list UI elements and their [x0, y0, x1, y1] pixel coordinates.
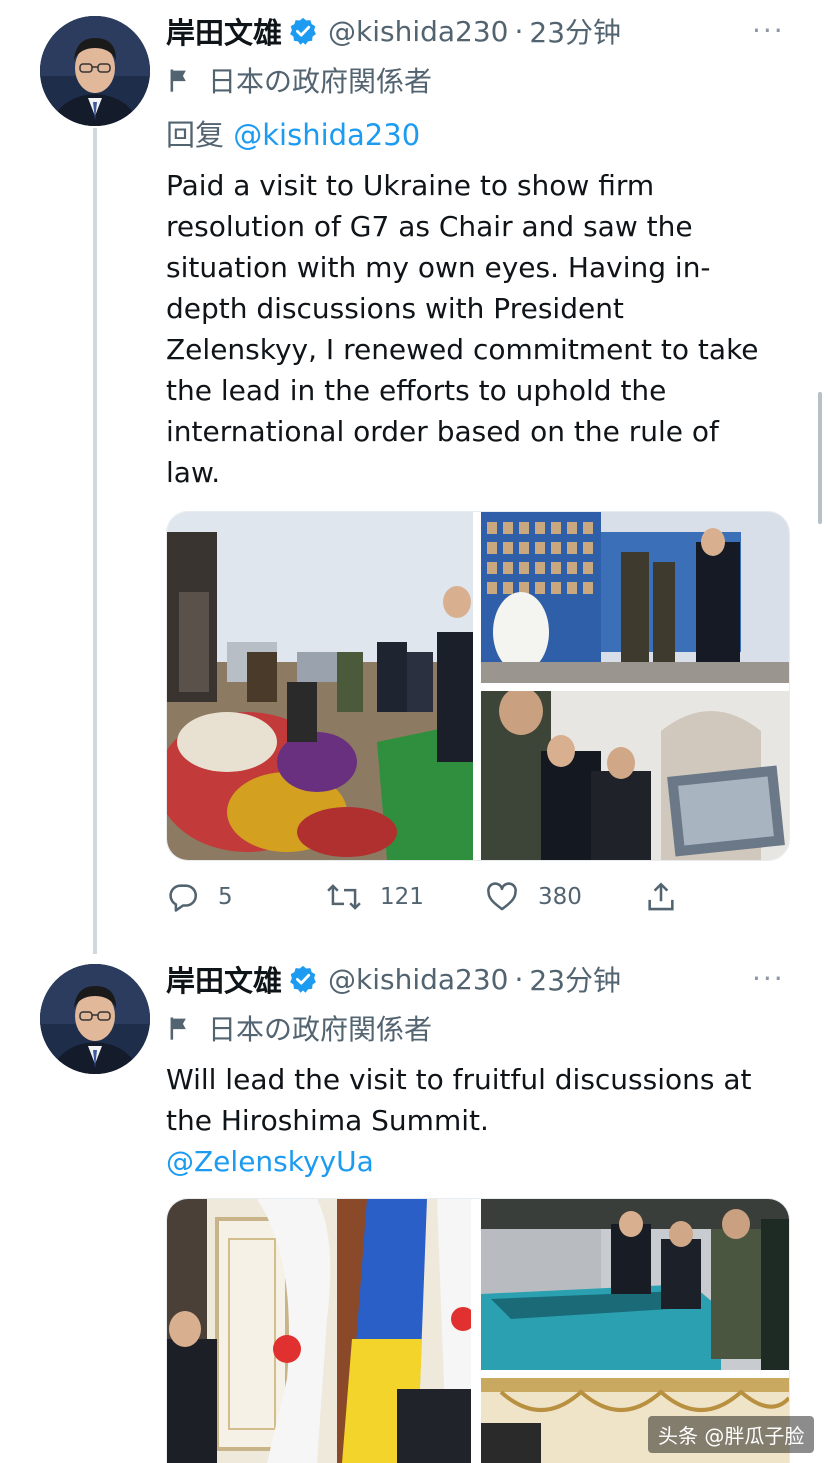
flag-icon	[170, 1017, 186, 1040]
media-photo-memorial[interactable]	[167, 512, 473, 860]
avatar[interactable]	[40, 964, 150, 1074]
media-photo-press-conference[interactable]	[167, 1199, 471, 1463]
mention-link[interactable]: @ZelenskyyUa	[166, 1145, 374, 1178]
media-photo-exhibit[interactable]	[481, 691, 789, 860]
tweet-text-line: depth discussions with President	[166, 292, 624, 325]
separator-dot: ·	[514, 14, 524, 48]
author-name[interactable]: 岸田文雄	[166, 10, 282, 52]
tweet-header: 岸田文雄 @kishida230 · 23分钟	[166, 959, 621, 999]
tweet-text-line: Will lead the visit to fruitful discussi…	[166, 1063, 752, 1096]
tweet-text: Paid a visit to Ukraine to show firm res…	[166, 165, 786, 493]
tweet-text-line: law.	[166, 456, 221, 489]
reply-icon	[169, 884, 198, 912]
more-options-button[interactable]: ···	[752, 962, 785, 995]
watermark: 头条 @胖瓜子脸	[648, 1416, 815, 1453]
reply-mention-link[interactable]: @kishida230	[233, 118, 420, 152]
retweet-button[interactable]: 121	[326, 875, 424, 919]
author-name[interactable]: 岸田文雄	[166, 958, 282, 1000]
author-handle[interactable]: @kishida230	[328, 15, 508, 48]
retweet-count: 121	[380, 884, 424, 910]
tweet-actions: 5 121 380	[166, 875, 706, 919]
share-icon	[648, 882, 674, 911]
tweet-text: Will lead the visit to fruitful discussi…	[166, 1059, 786, 1141]
avatar[interactable]	[40, 16, 150, 126]
author-handle[interactable]: @kishida230	[328, 963, 508, 996]
affiliation-label: 日本の政府関係者	[166, 60, 432, 100]
affiliation-label: 日本の政府関係者	[166, 1008, 432, 1048]
reply-prefix: 回复	[166, 118, 225, 152]
heart-icon	[487, 882, 517, 911]
avatar-image	[40, 964, 150, 1074]
tweet-text-line: resolution of G7 as Chair and saw the	[166, 210, 693, 243]
separator-dot: ·	[514, 962, 524, 996]
reply-count: 5	[218, 884, 233, 910]
media-grid	[166, 511, 790, 861]
tweet-header: 岸田文雄 @kishida230 · 23分钟	[166, 11, 621, 51]
retweet-icon	[327, 884, 361, 910]
media-photo-memorial-wall[interactable]	[481, 512, 789, 683]
verified-badge-icon	[290, 965, 316, 993]
tweet-text-line: international order based on the rule of	[166, 415, 719, 448]
like-count: 380	[538, 884, 582, 910]
affiliation-text: 日本の政府関係者	[208, 1013, 433, 1046]
tweet-text-line: the Hiroshima Summit.	[166, 1104, 489, 1137]
thread-line	[93, 128, 97, 954]
flag-icon	[170, 69, 186, 92]
share-button[interactable]	[644, 875, 696, 919]
avatar-image	[40, 16, 150, 126]
like-button[interactable]: 380	[484, 875, 582, 919]
tweet-time[interactable]: 23分钟	[529, 959, 621, 999]
tweet-text-line: the lead in the efforts to uphold the	[166, 374, 667, 407]
reply-context: 回复 @kishida230	[166, 112, 420, 154]
media-photo-generator[interactable]	[481, 1199, 789, 1370]
verified-badge-icon	[290, 17, 316, 45]
tweet-time[interactable]: 23分钟	[529, 11, 621, 51]
reply-button[interactable]: 5	[166, 875, 233, 919]
tweet-text-line: situation with my own eyes. Having in-	[166, 251, 711, 284]
more-options-button[interactable]: ···	[752, 14, 785, 47]
scrollbar[interactable]	[818, 392, 822, 524]
tweet-text-line: Paid a visit to Ukraine to show firm	[166, 169, 655, 202]
tweet-text-line: Zelenskyy, I renewed commitment to take	[166, 333, 759, 366]
affiliation-text: 日本の政府関係者	[208, 65, 433, 98]
